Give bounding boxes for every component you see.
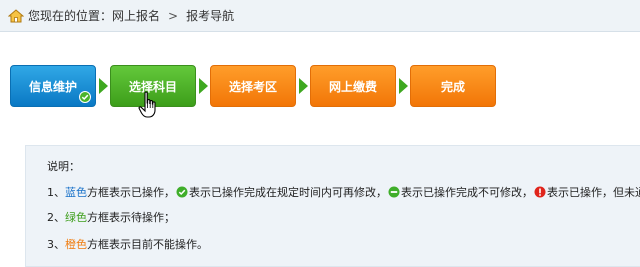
breadcrumb-separator: > [168,8,179,23]
step-label: 选择考区 [228,79,277,94]
check-icon [79,91,91,103]
step-label: 网上缴费 [328,79,377,94]
note-line-2: 2、 绿色 方框表示待操作； [47,209,175,225]
step-label: 信息维护 [28,79,77,94]
check-circle-icon [176,186,188,198]
note-color-word-green: 绿色 [65,211,87,224]
step-label: 完成 [440,79,465,94]
note-text: 方框表示待操作； [87,211,175,224]
note-text: 表示已操作，但未通过； [547,186,640,199]
notes-panel: 说明： 1、 蓝色 方框表示已操作， 表示已操作完成在规定时间内可再修改， 表示… [25,145,640,267]
step-arrow-icon [399,78,408,94]
home-icon [8,8,24,22]
note-color-word-orange: 橙色 [65,238,87,251]
breadcrumb-link-online-registration[interactable]: 网上报名 [112,7,160,24]
step-info-maintenance[interactable]: 信息维护 [10,65,96,107]
note-line-3: 3、 橙色 方框表示目前不能操作。 [47,236,208,252]
note-text: 表示已操作完成在规定时间内可再修改， [189,186,387,199]
minus-circle-icon [388,186,400,198]
notes-title: 说明： [47,160,80,173]
note-number: 2、 [47,211,65,224]
step-online-payment[interactable]: 网上缴费 [310,65,396,107]
note-text: 方框表示目前不能操作。 [87,238,208,251]
breadcrumb-prefix: 您现在的位置： [28,9,113,23]
note-number: 3、 [47,238,65,251]
note-number: 1、 [47,186,65,199]
breadcrumb-bar: 您现在的位置： 网上报名 > 报考导航 [0,0,640,32]
hand-cursor-icon [138,91,156,118]
step-arrow-icon [99,78,108,94]
step-arrow-icon [299,78,308,94]
breadcrumb-current: 报考导航 [186,9,235,23]
note-line-1: 1、 蓝色 方框表示已操作， 表示已操作完成在规定时间内可再修改， 表示已操作完… [47,184,640,200]
step-select-exam-area[interactable]: 选择考区 [210,65,296,107]
step-arrow-icon [199,78,208,94]
step-complete[interactable]: 完成 [410,65,496,107]
note-text: 方框表示已操作， [87,186,175,199]
note-text: 表示已操作完成不可修改， [401,186,533,199]
error-circle-icon [534,186,546,198]
note-color-word-blue: 蓝色 [65,186,87,199]
